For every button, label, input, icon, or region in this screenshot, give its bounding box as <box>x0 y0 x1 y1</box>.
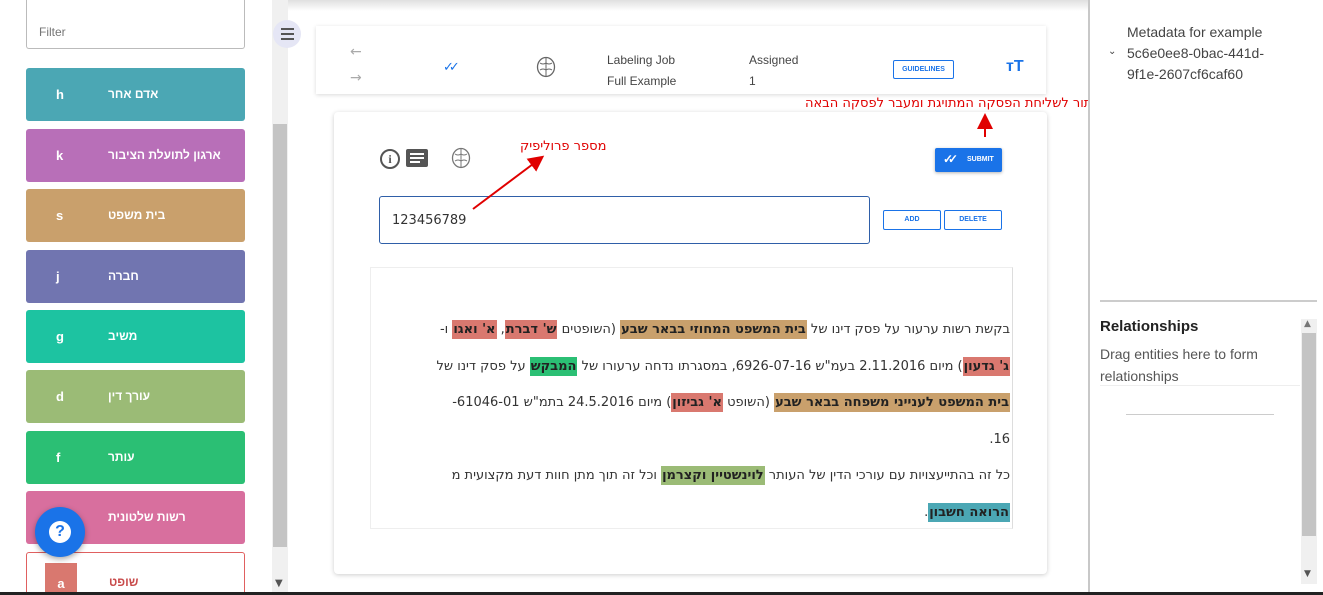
label-name: חברה <box>108 269 139 283</box>
forward-arrow-icon[interactable]: → <box>350 70 362 86</box>
prolific-id-annotation: מספר פרוליפיק <box>520 139 607 154</box>
label-key: h <box>56 87 64 102</box>
assigned-count: 1 <box>749 74 756 88</box>
text-segment: (השופט <box>722 395 775 410</box>
label-name: עורך דין <box>108 389 151 403</box>
example-id-cont: 9f1e-2607cf6caf60 <box>1127 66 1243 82</box>
entity-petitioner[interactable]: המבקש <box>529 356 578 376</box>
label-name: משיב <box>108 329 138 343</box>
submit-label: SUBMIT <box>967 156 994 163</box>
font-size-icon[interactable]: тT <box>1006 58 1024 76</box>
label-name: עותר <box>108 450 135 464</box>
prolific-id-input[interactable] <box>379 196 870 244</box>
label-key: f <box>56 450 61 465</box>
label-key: k <box>56 148 64 163</box>
text-line: כל זה בהתייעצויות עם עורכי הדין של העותר… <box>385 458 1010 495</box>
comment-icon[interactable] <box>406 149 428 167</box>
label-button-respondent[interactable]: g משיב <box>26 310 245 363</box>
text-segment: בקשת רשות ערעור על פסק דינו של <box>806 322 1010 337</box>
example-id: 5c6e0ee8-0bac-441d- <box>1127 45 1264 61</box>
submit-annotation: כפתור לשליחת הפסקה המתויגת ומעבר לפסקה ה… <box>805 96 1108 111</box>
hamburger-icon <box>280 28 294 30</box>
relationships-title: Relationships <box>1100 318 1199 335</box>
text-line: 16. <box>385 422 1010 459</box>
brain-icon[interactable] <box>451 147 471 169</box>
label-key: s <box>56 208 64 223</box>
entity-court[interactable]: בית המשפט לענייני משפחה בבאר שבע <box>774 393 1010 412</box>
text-segment: , <box>496 322 505 337</box>
label-name: רשות שלטונית <box>108 510 186 524</box>
metadata-title: Metadata for example <box>1127 24 1263 40</box>
relationships-dropzone[interactable] <box>1100 385 1300 585</box>
scroll-down-icon[interactable]: ▼ <box>275 578 283 589</box>
text-segment: ) מיום 2.11.2016 בעמ"ש 6926-07-16, במסגר… <box>577 358 963 374</box>
label-key: g <box>56 329 64 344</box>
job-label: Labeling Job <box>607 53 676 67</box>
entity-lawyer[interactable]: לוינשטיין וקצרמן <box>661 466 765 485</box>
entity-judge[interactable]: א' ואגו <box>452 320 497 339</box>
scrollbar-thumb[interactable] <box>1302 333 1316 536</box>
label-panel-scrollbar[interactable]: ▼ <box>272 0 288 595</box>
back-arrow-icon[interactable]: ← <box>350 44 362 60</box>
label-name: בית משפט <box>108 208 166 222</box>
entity-other-person[interactable]: הרואה חשבון <box>928 502 1010 522</box>
label-button-petitioner[interactable]: f עותר <box>26 431 245 484</box>
label-button-public-benefit-org[interactable]: k ארגון לתועלת הציבור <box>26 129 245 182</box>
text-segment: 16. <box>989 431 1010 447</box>
label-button-company[interactable]: j חברה <box>26 250 245 303</box>
filter-input[interactable] <box>26 0 245 49</box>
scrollbar-thumb[interactable] <box>273 124 287 547</box>
submit-button[interactable]: ✓✓ SUBMIT <box>935 148 1002 172</box>
text-segment: וכל זה תוך מתן חוות דעת מקצועית מ <box>451 468 662 483</box>
relationships-description: Drag entities here to form relationships <box>1100 346 1258 384</box>
label-button-court[interactable]: s בית משפט <box>26 189 245 242</box>
double-check-icon[interactable]: ✓✓ <box>443 60 460 75</box>
relationships-scrollbar[interactable]: ▲ ▼ <box>1301 319 1317 584</box>
entity-judge[interactable]: ש' דברת <box>504 320 558 339</box>
divider <box>1100 300 1317 302</box>
document-text[interactable]: בקשת רשות ערעור על פסק דינו של בית המשפט… <box>370 267 1013 529</box>
menu-toggle-button[interactable] <box>273 20 301 48</box>
label-name: אדם אחר <box>108 87 159 101</box>
label-key: a <box>45 563 77 595</box>
text-segment: על פסק דינו של <box>436 358 530 374</box>
job-info: Labeling Job Full Example <box>607 50 676 92</box>
question-icon: ? <box>49 521 71 543</box>
add-button[interactable]: ADD <box>883 210 941 230</box>
scroll-up-icon[interactable]: ▲ <box>1304 319 1311 329</box>
label-panel: h אדם אחר k ארגון לתועלת הציבור s בית מש… <box>0 0 272 595</box>
assigned-label: Assigned <box>749 53 799 67</box>
info-icon[interactable]: i <box>380 149 400 169</box>
guidelines-button[interactable]: GUIDELINES <box>893 60 954 79</box>
entity-judge[interactable]: ג' גדעון <box>962 356 1010 376</box>
text-line: הרואה חשבון. <box>385 495 1010 532</box>
label-key: d <box>56 389 64 404</box>
double-check-icon: ✓✓ <box>943 152 958 166</box>
text-line: בית המשפט לענייני משפחה בבאר שבע (השופט … <box>385 385 1010 422</box>
help-button[interactable]: ? <box>35 507 85 557</box>
assigned-info: Assigned 1 <box>749 50 798 92</box>
label-button-judge[interactable]: a שופט <box>26 552 245 595</box>
chevron-down-icon[interactable]: ⌄ <box>1108 46 1116 57</box>
entity-court[interactable]: בית המשפט המחוזי בבאר שבע <box>620 320 807 339</box>
label-button-other-person[interactable]: h אדם אחר <box>26 68 245 121</box>
brain-icon[interactable] <box>536 56 556 78</box>
text-segment: כל זה בהתייעצויות עם עורכי הדין של העותר <box>764 468 1010 483</box>
scroll-down-icon[interactable]: ▼ <box>1304 569 1311 579</box>
label-name: ארגון לתועלת הציבור <box>108 148 221 162</box>
metadata-info: Metadata for example 5c6e0ee8-0bac-441d-… <box>1127 22 1264 85</box>
text-segment: (השופטים <box>557 322 621 337</box>
job-name: Full Example <box>607 74 677 88</box>
entity-judge[interactable]: א' גביזון <box>671 393 723 412</box>
top-toolbar: ← → ✓✓ Labeling Job Full Example Assigne… <box>316 26 1046 94</box>
label-key: j <box>56 269 60 284</box>
text-segment: ו- <box>439 322 453 337</box>
label-name: שופט <box>109 575 139 589</box>
delete-button[interactable]: DELETE <box>944 210 1002 230</box>
metadata-panel: ⌄ Metadata for example 5c6e0ee8-0bac-441… <box>1088 0 1323 595</box>
text-line: ג' גדעון) מיום 2.11.2016 בעמ"ש 6926-07-1… <box>385 349 1010 386</box>
label-button-lawyer[interactable]: d עורך דין <box>26 370 245 423</box>
text-segment: ) מיום 24.5.2016 בתמ"ש 61046-01- <box>452 395 672 410</box>
text-line: בקשת רשות ערעור על פסק דינו של בית המשפט… <box>385 312 1010 349</box>
